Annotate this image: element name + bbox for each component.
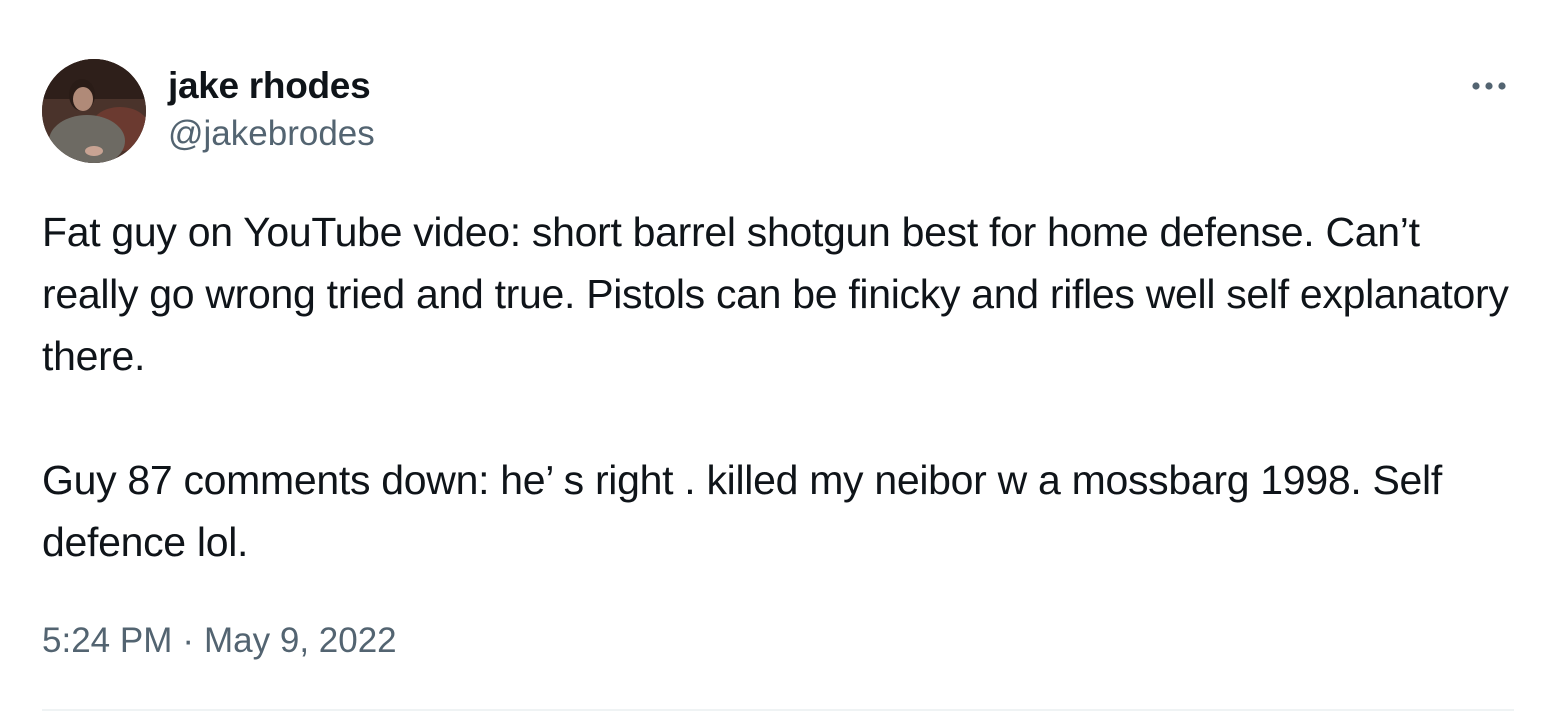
tweet-timestamp[interactable]: 5:24 PM · May 9, 2022 [42,618,397,664]
meta-separator: · [182,621,195,660]
more-horizontal-icon [1472,82,1506,90]
tweet-time[interactable]: 5:24 PM [42,621,172,660]
avatar-image [42,59,146,163]
more-options-button[interactable] [1462,64,1518,108]
user-handle[interactable]: @jakebrodes [168,113,375,155]
tweet-paragraph: Fat guy on YouTube video: short barrel s… [42,209,1520,379]
tweet-date[interactable]: May 9, 2022 [204,621,397,660]
avatar[interactable] [42,59,146,163]
divider [42,709,1514,711]
tweet-card: jake rhodes @jakebrodes Fat guy on YouTu… [0,0,1554,712]
tweet-paragraph: Guy 87 comments down: he’ s right . kill… [42,457,1454,565]
author-info: jake rhodes @jakebrodes [168,64,375,155]
display-name[interactable]: jake rhodes [168,64,375,108]
tweet-text: Fat guy on YouTube video: short barrel s… [42,201,1522,573]
